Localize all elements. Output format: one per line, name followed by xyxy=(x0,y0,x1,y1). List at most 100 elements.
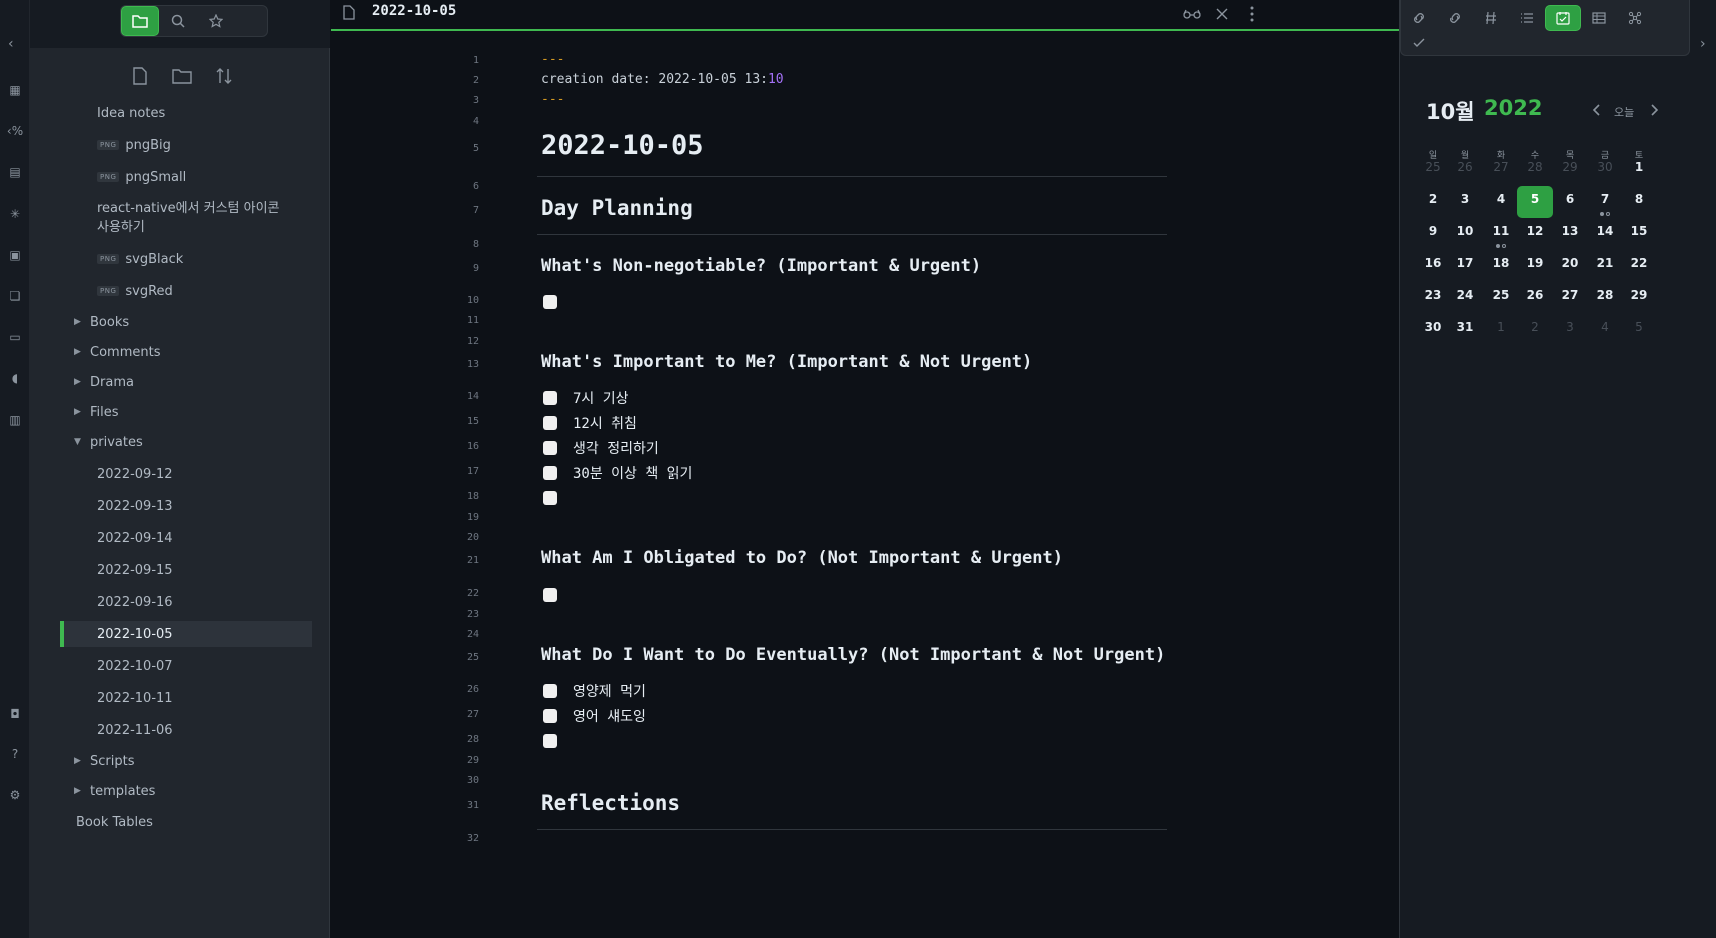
calendar-day[interactable]: 18 xyxy=(1483,250,1519,282)
table-icon[interactable]: ▦ xyxy=(0,76,30,104)
calendar-day[interactable]: 22 xyxy=(1621,250,1657,282)
editor-line[interactable]: 1 --- xyxy=(331,50,1231,72)
file-item[interactable]: 2022-09-12 xyxy=(60,461,312,487)
calendar-day[interactable]: 19 xyxy=(1517,250,1553,282)
new-note-icon[interactable] xyxy=(126,64,154,88)
outline-icon[interactable] xyxy=(1509,5,1545,31)
calendar-day[interactable]: 2 xyxy=(1517,314,1553,346)
bookmarks-tab[interactable] xyxy=(197,6,235,36)
mic-icon[interactable]: ◖ xyxy=(0,364,30,392)
template-icon[interactable]: ‹% xyxy=(0,117,30,145)
help-icon[interactable]: ? xyxy=(0,740,30,768)
file-item[interactable]: PNG svgRed xyxy=(60,278,312,304)
calendar-day[interactable]: 1 xyxy=(1621,154,1657,186)
today-button[interactable]: 오늘 xyxy=(1614,104,1634,120)
editor-line[interactable]: 6 xyxy=(331,176,1231,198)
calendar-day[interactable]: 30 xyxy=(1415,314,1451,346)
reading-view-icon[interactable] xyxy=(1182,4,1202,24)
task-checkbox[interactable] xyxy=(543,295,557,309)
vault-icon[interactable]: ◘ xyxy=(0,700,30,728)
tasks-icon[interactable] xyxy=(1401,30,1437,56)
file-item[interactable]: 2022-09-15 xyxy=(60,557,312,583)
calendar-day[interactable]: 2 xyxy=(1415,186,1451,218)
editor-line[interactable]: 21 What Am I Obligated to Do? (Not Import… xyxy=(331,548,1231,572)
folder-item[interactable]: ▼ privates xyxy=(60,429,312,455)
file-item[interactable]: 2022-11-06 xyxy=(60,717,312,743)
calendar-day[interactable]: 3 xyxy=(1447,186,1483,218)
graph-view-icon[interactable] xyxy=(1617,5,1653,31)
calendar-day[interactable]: 28 xyxy=(1587,282,1623,314)
editor-line[interactable]: 27 영어 섀도잉 xyxy=(331,704,1231,726)
sort-icon[interactable] xyxy=(210,64,238,88)
editor-line[interactable]: 15 12시 취침 xyxy=(331,411,1231,433)
calendar-day[interactable]: 29 xyxy=(1621,282,1657,314)
calendar-day[interactable]: 21 xyxy=(1587,250,1623,282)
calendar-day[interactable]: 27 xyxy=(1483,154,1519,186)
calendar-day[interactable]: 30 xyxy=(1587,154,1623,186)
calendar-icon[interactable]: ▣ xyxy=(0,241,30,269)
note-icon[interactable]: ▤ xyxy=(0,158,30,186)
editor-line[interactable]: 10 xyxy=(331,290,1231,312)
calendar-day[interactable]: 25 xyxy=(1483,282,1519,314)
folder-item[interactable]: ▶ templates xyxy=(60,778,312,804)
calendar-day[interactable]: 4 xyxy=(1483,186,1519,218)
file-item[interactable]: PNG pngSmall xyxy=(60,164,312,190)
calendar-day[interactable]: 12 xyxy=(1517,218,1553,250)
task-checkbox[interactable] xyxy=(543,416,557,430)
file-item[interactable]: 2022-10-11 xyxy=(60,685,312,711)
calendar-day[interactable]: 17 xyxy=(1447,250,1483,282)
editor-line[interactable]: 29 xyxy=(331,750,1231,772)
file-item[interactable]: 2022-09-13 xyxy=(60,493,312,519)
next-month-icon[interactable] xyxy=(1647,100,1663,120)
editor-line[interactable]: 20 xyxy=(331,527,1231,549)
calendar-day[interactable]: 26 xyxy=(1517,282,1553,314)
calendar-day[interactable]: 14 xyxy=(1587,218,1623,250)
prev-month-icon[interactable] xyxy=(1588,100,1604,120)
task-checkbox[interactable] xyxy=(543,684,557,698)
calendar-day[interactable]: 11 xyxy=(1483,218,1519,250)
editor-line[interactable]: 17 30분 이상 책 읽기 xyxy=(331,461,1231,483)
calendar-day[interactable]: 4 xyxy=(1587,314,1623,346)
editor-line[interactable]: 31 Reflections xyxy=(331,791,1231,830)
calendar-tab-icon[interactable] xyxy=(1545,5,1581,31)
folder-item[interactable]: ▶ Books xyxy=(60,309,312,335)
editor-line[interactable]: 12 xyxy=(331,331,1231,353)
calendar-day[interactable]: 16 xyxy=(1415,250,1451,282)
calendar-day[interactable]: 20 xyxy=(1552,250,1588,282)
calendar-day[interactable]: 24 xyxy=(1447,282,1483,314)
calendar-day[interactable]: 27 xyxy=(1552,282,1588,314)
task-checkbox[interactable] xyxy=(543,588,557,602)
editor-line[interactable]: 26 영양제 먹기 xyxy=(331,679,1231,701)
editor-line[interactable]: 4 xyxy=(331,111,1231,133)
outgoing-links-icon[interactable] xyxy=(1437,5,1473,31)
slides-icon[interactable]: ▭ xyxy=(0,323,30,351)
collapse-left-icon[interactable]: ‹ xyxy=(8,36,14,52)
editor-line[interactable]: 7 Day Planning xyxy=(331,196,1231,235)
calendar-day[interactable]: 8 xyxy=(1621,186,1657,218)
table-view-icon[interactable] xyxy=(1581,5,1617,31)
editor-line[interactable]: 14 7시 기상 xyxy=(331,386,1231,408)
editor-line[interactable]: 24 xyxy=(331,624,1231,646)
folder-item[interactable]: ▶ Scripts xyxy=(60,748,312,774)
calendar-day[interactable]: 23 xyxy=(1415,282,1451,314)
editor-line[interactable]: 32 xyxy=(331,828,1231,850)
editor-line[interactable]: 2 creation date: 2022-10-05 13:10 xyxy=(331,70,1231,92)
close-icon[interactable] xyxy=(1212,4,1232,24)
calendar-day[interactable]: 5 xyxy=(1517,186,1553,218)
calendar-day[interactable]: 1 xyxy=(1483,314,1519,346)
calendar-day[interactable]: 5 xyxy=(1621,314,1657,346)
editor-line[interactable]: 3 --- xyxy=(331,90,1231,112)
editor-line[interactable]: 23 xyxy=(331,604,1231,626)
editor-line[interactable]: 30 xyxy=(331,770,1231,792)
file-item[interactable]: react-native에서 커스텀 아이콘 사용하기 xyxy=(60,196,312,240)
settings-icon[interactable]: ⚙ xyxy=(0,781,30,809)
folder-item[interactable]: ▶ Files xyxy=(60,399,312,425)
calendar-day[interactable]: 7 xyxy=(1587,186,1623,218)
editor-line[interactable]: 5 2022-10-05 xyxy=(331,130,1231,177)
folder-item[interactable]: ▶ Drama xyxy=(60,369,312,395)
backlinks-icon[interactable] xyxy=(1401,5,1437,31)
collapse-right-icon[interactable]: › xyxy=(1700,36,1706,52)
editor-line[interactable]: 11 xyxy=(331,310,1231,332)
editor-line[interactable]: 28 xyxy=(331,729,1231,751)
file-item[interactable]: 2022-10-07 xyxy=(60,653,312,679)
